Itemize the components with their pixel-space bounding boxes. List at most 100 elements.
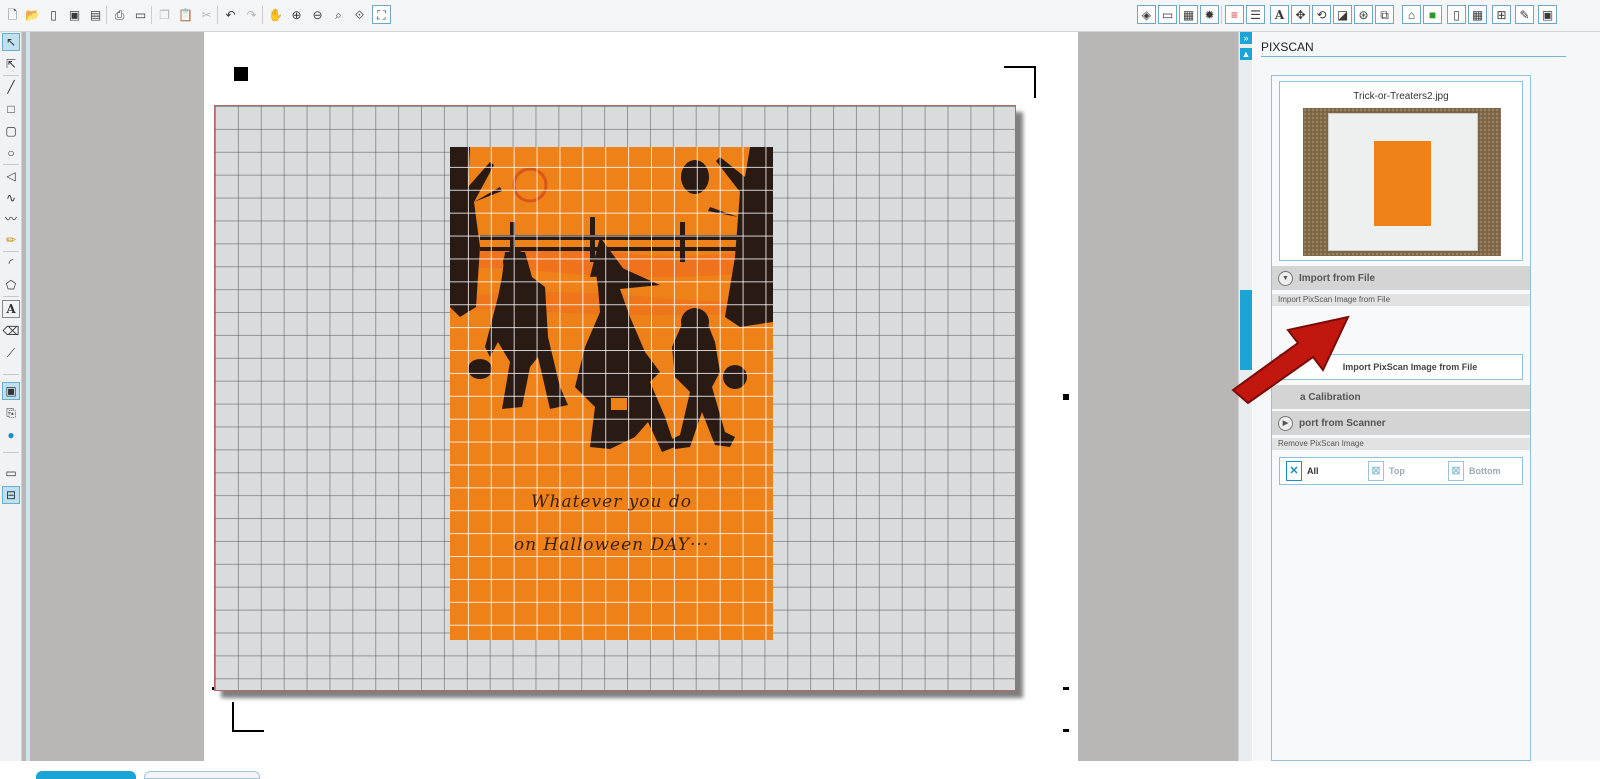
- remove-caption: Remove PixScan Image: [1272, 438, 1530, 450]
- store-icon[interactable]: ●: [2, 426, 20, 444]
- remove-all-button[interactable]: ✕ All: [1286, 461, 1319, 481]
- grid-icon[interactable]: ▦: [1179, 5, 1198, 24]
- remove-top-icon: ⊠: [1368, 461, 1384, 481]
- tab-design[interactable]: [36, 771, 136, 779]
- annotation-arrow: [1231, 315, 1350, 405]
- panel-expand-icon[interactable]: ▣: [1538, 5, 1557, 24]
- pan-hand-icon[interactable]: ✋: [266, 5, 285, 24]
- pixscan-icon[interactable]: ⌂: [1402, 5, 1421, 24]
- split-window-icon[interactable]: ⊟: [2, 486, 20, 504]
- tab-library[interactable]: [144, 771, 260, 779]
- zoom-drag-icon[interactable]: ⟐: [350, 5, 369, 24]
- remove-all-label: All: [1307, 466, 1319, 476]
- grid-settings-icon[interactable]: ▦: [1468, 5, 1487, 24]
- open-icon[interactable]: 📂: [23, 5, 42, 24]
- library-icon[interactable]: ■: [1423, 5, 1442, 24]
- replicate-icon[interactable]: ⟲: [1312, 5, 1331, 24]
- registration-mark-top-right: [1004, 66, 1036, 68]
- new-icon[interactable]: 🗋: [3, 5, 22, 24]
- card-text-line1: Whatever you do: [531, 492, 692, 512]
- trace-icon[interactable]: ⧉: [1375, 5, 1394, 24]
- save-as-icon[interactable]: ▤: [86, 5, 105, 24]
- rectangle-icon[interactable]: □: [2, 100, 20, 118]
- star-icon[interactable]: ✹: [1200, 5, 1219, 24]
- section-label: Import from File: [1299, 272, 1376, 284]
- print-icon[interactable]: ⎙: [110, 5, 129, 24]
- remove-all-icon: ✕: [1286, 461, 1302, 481]
- point-edit-icon[interactable]: ⇱: [2, 55, 20, 73]
- text-icon[interactable]: A: [2, 300, 20, 318]
- redo-icon[interactable]: ↷: [242, 5, 261, 24]
- halloween-card-image: Whatever you do on Halloween DAY···: [450, 147, 773, 640]
- registration-mark-bottom-left: [232, 702, 234, 732]
- section-import-from-file[interactable]: ▼ Import from File: [1272, 266, 1530, 290]
- section-import-from-scanner[interactable]: ▶ port from Scanner: [1272, 411, 1530, 435]
- remove-options-row: ✕ All ⊠ Top ⊠ Bottom: [1279, 457, 1523, 485]
- undo-icon[interactable]: ↶: [221, 5, 240, 24]
- library-view-icon[interactable]: ⎘: [2, 404, 20, 422]
- design-view-icon[interactable]: ▣: [2, 382, 20, 400]
- pixscan-mat-image[interactable]: Whatever you do on Halloween DAY···: [214, 105, 1016, 691]
- copy-icon[interactable]: ❐: [155, 5, 174, 24]
- cut-icon[interactable]: ✎: [1515, 5, 1534, 24]
- section-label: port from Scanner: [1299, 417, 1386, 429]
- collapse-panel-icon[interactable]: »: [1240, 32, 1252, 44]
- ellipse-icon[interactable]: ○: [2, 144, 20, 162]
- offset-icon[interactable]: ⊛: [1354, 5, 1373, 24]
- line-icon[interactable]: ╱: [2, 78, 20, 96]
- thumbnail-filename: Trick-or-Treaters2.jpg: [1353, 91, 1449, 102]
- page-icon[interactable]: ▯: [1447, 5, 1466, 24]
- pixscan-thumbnail[interactable]: Trick-or-Treaters2.jpg: [1279, 81, 1523, 261]
- save-icon[interactable]: ▣: [65, 5, 84, 24]
- design-page[interactable]: Whatever you do on Halloween DAY···: [204, 32, 1078, 761]
- selection-handle[interactable]: [1063, 687, 1069, 690]
- new-file-icon[interactable]: ▯: [44, 5, 63, 24]
- regular-polygon-icon[interactable]: ⬠: [2, 276, 20, 294]
- scroll-up-icon[interactable]: ▲: [1240, 48, 1252, 60]
- zoom-out-icon[interactable]: ⊖: [308, 5, 327, 24]
- transform-icon[interactable]: ✥: [1291, 5, 1310, 24]
- scissors-icon[interactable]: ✂: [197, 5, 216, 24]
- window-icon[interactable]: ▭: [1158, 5, 1177, 24]
- cut-settings-icon[interactable]: ▭: [131, 5, 150, 24]
- freehand-icon[interactable]: 〰: [2, 210, 20, 228]
- zoom-box-icon[interactable]: ⌕: [329, 5, 348, 24]
- selection-handle[interactable]: [1063, 729, 1069, 732]
- single-window-icon[interactable]: ▭: [2, 464, 20, 482]
- selection-handle[interactable]: [1063, 394, 1069, 400]
- collapse-circle-icon: ▼: [1278, 270, 1293, 286]
- zoom-in-icon[interactable]: ⊕: [287, 5, 306, 24]
- card-text-line2: on Halloween DAY···: [513, 535, 710, 555]
- polygon-icon[interactable]: ◁: [2, 167, 20, 185]
- remove-bottom-label: Bottom: [1469, 466, 1501, 476]
- rounded-rectangle-icon[interactable]: ▢: [2, 122, 20, 140]
- select-icon[interactable]: ↖: [2, 33, 20, 51]
- left-toolbar: ↖ ⇱ ╱ □ ▢ ○ ◁ ∿ 〰 ✏ ◜ ⬠ A ⌫ ⟋ ▣ ⎘ ● ▭ ⊟: [0, 32, 22, 761]
- line-color-icon[interactable]: ≡: [1225, 5, 1244, 24]
- arc-icon[interactable]: ◜: [2, 254, 20, 272]
- curve-icon[interactable]: ∿: [2, 189, 20, 207]
- line-style-icon[interactable]: ☰: [1246, 5, 1265, 24]
- weld-icon[interactable]: ◪: [1333, 5, 1352, 24]
- registration-mark-bottom-left-h: [232, 730, 264, 732]
- remove-bottom-icon: ⊠: [1448, 461, 1464, 481]
- text-style-icon[interactable]: A: [1270, 5, 1289, 24]
- eraser-icon[interactable]: ⌫: [2, 322, 20, 340]
- pixscan-panel-body: Trick-or-Treaters2.jpg ▼ Import from Fil…: [1271, 75, 1531, 761]
- remove-top-label: Top: [1389, 466, 1405, 476]
- remove-bottom-button[interactable]: ⊠ Bottom: [1448, 461, 1501, 481]
- work-area[interactable]: Whatever you do on Halloween DAY···: [22, 32, 1238, 779]
- expand-circle-icon: ▶: [1278, 415, 1293, 431]
- knife-icon[interactable]: ⟋: [2, 344, 20, 362]
- thumbnail-image: [1303, 108, 1501, 256]
- design-page-icon[interactable]: ⊞: [1492, 5, 1511, 24]
- remove-top-button[interactable]: ⊠ Top: [1368, 461, 1405, 481]
- registration-mark-top-right-v: [1034, 66, 1036, 98]
- fill-icon[interactable]: ◈: [1137, 5, 1156, 24]
- paste-icon[interactable]: 📋: [176, 5, 195, 24]
- zoom-fit-icon[interactable]: ⛶: [372, 5, 391, 24]
- registration-mark-square: [234, 67, 248, 81]
- top-toolbar: 🗋 📂 ▯ ▣ ▤ ⎙ ▭ ❐ 📋 ✂ ↶ ↷ ✋ ⊕ ⊖ ⌕ ⟐ ⛶ ◈ ▭ …: [0, 0, 1600, 32]
- pencil-icon[interactable]: ✏: [2, 231, 20, 249]
- panel-title: PIXSCAN: [1261, 40, 1314, 54]
